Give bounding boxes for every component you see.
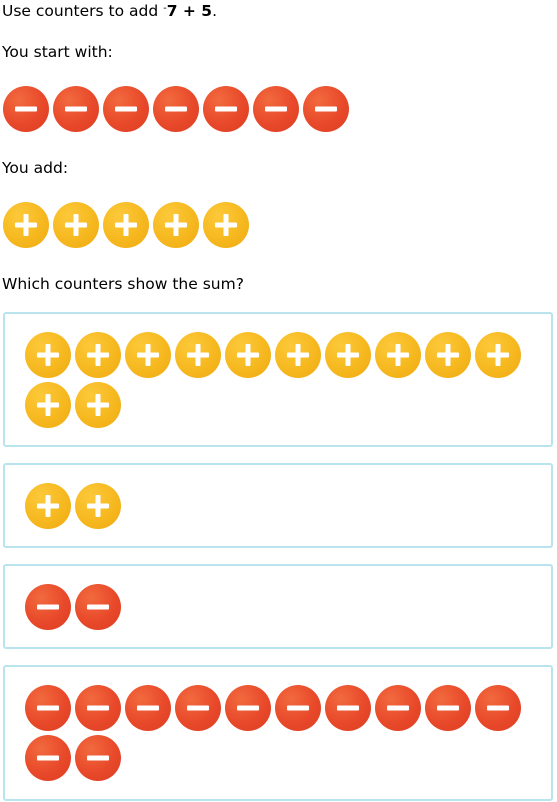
minus-icon — [87, 755, 109, 761]
answer-choice-2[interactable] — [3, 463, 553, 548]
negative-counter — [175, 685, 221, 731]
prompt-prefix: Use counters to add — [2, 2, 164, 20]
minus-icon — [315, 106, 337, 112]
negative-counter — [325, 685, 371, 731]
minus-icon — [187, 705, 209, 711]
positive-counter — [475, 332, 521, 378]
negative-counter — [153, 86, 199, 132]
plus-icon — [387, 344, 409, 366]
minus-icon — [487, 705, 509, 711]
negative-counter — [303, 86, 349, 132]
plus-icon — [87, 344, 109, 366]
plus-icon — [487, 344, 509, 366]
positive-counter — [225, 332, 271, 378]
minus-icon — [87, 604, 109, 610]
plus-icon — [287, 344, 309, 366]
negative-counter — [125, 685, 171, 731]
negative-counter — [53, 86, 99, 132]
negative-counter — [75, 735, 121, 781]
plus-icon — [337, 344, 359, 366]
positive-counter — [325, 332, 371, 378]
negative-counter — [203, 86, 249, 132]
minus-icon — [437, 705, 459, 711]
positive-counter — [75, 382, 121, 428]
minus-icon — [115, 106, 137, 112]
positive-counter — [25, 332, 71, 378]
plus-icon — [187, 344, 209, 366]
plus-icon — [165, 214, 187, 236]
negative-counter — [25, 584, 71, 630]
positive-counter — [125, 332, 171, 378]
negative-counter — [275, 685, 321, 731]
positive-counter — [275, 332, 321, 378]
which-label: Which counters show the sum? — [2, 275, 244, 293]
negative-counter — [225, 685, 271, 731]
plus-icon — [65, 214, 87, 236]
minus-icon — [215, 106, 237, 112]
plus-icon — [215, 214, 237, 236]
positive-counter — [175, 332, 221, 378]
negative-counter — [475, 685, 521, 731]
negative-counter — [425, 685, 471, 731]
plus-icon — [87, 495, 109, 517]
positive-counter — [3, 202, 49, 248]
minus-icon — [237, 705, 259, 711]
positive-counter — [153, 202, 199, 248]
answer-choice-3[interactable] — [3, 564, 553, 649]
negative-counter — [253, 86, 299, 132]
prompt-expression: 7 + 5 — [166, 2, 213, 20]
positive-counter — [25, 483, 71, 529]
plus-icon — [37, 394, 59, 416]
minus-icon — [37, 755, 59, 761]
positive-counter — [75, 332, 121, 378]
plus-icon — [437, 344, 459, 366]
plus-icon — [37, 344, 59, 366]
answer-choice-1[interactable] — [3, 312, 553, 447]
minus-icon — [265, 106, 287, 112]
positive-counter — [203, 202, 249, 248]
minus-icon — [337, 705, 359, 711]
minus-icon — [37, 604, 59, 610]
prompt-period: . — [212, 2, 218, 20]
positive-counter — [25, 382, 71, 428]
plus-icon — [137, 344, 159, 366]
plus-icon — [37, 495, 59, 517]
plus-icon — [115, 214, 137, 236]
minus-icon — [137, 705, 159, 711]
positive-counter — [103, 202, 149, 248]
start-label: You start with: — [2, 43, 113, 61]
minus-icon — [387, 705, 409, 711]
minus-icon — [87, 705, 109, 711]
minus-icon — [37, 705, 59, 711]
question-prompt: Use counters to add -7 + 5. — [2, 0, 217, 20]
plus-icon — [15, 214, 37, 236]
negative-counter — [103, 86, 149, 132]
positive-counter — [75, 483, 121, 529]
minus-icon — [165, 106, 187, 112]
negative-counter — [75, 584, 121, 630]
add-label: You add: — [2, 159, 69, 177]
minus-icon — [65, 106, 87, 112]
negative-counter — [3, 86, 49, 132]
plus-icon — [237, 344, 259, 366]
minus-icon — [287, 705, 309, 711]
plus-icon — [87, 394, 109, 416]
negative-counter — [25, 685, 71, 731]
negative-counter — [25, 735, 71, 781]
positive-counter — [53, 202, 99, 248]
negative-counter — [375, 685, 421, 731]
answer-choice-4[interactable] — [3, 665, 553, 801]
positive-counter — [425, 332, 471, 378]
negative-counter — [75, 685, 121, 731]
minus-icon — [15, 106, 37, 112]
positive-counter — [375, 332, 421, 378]
